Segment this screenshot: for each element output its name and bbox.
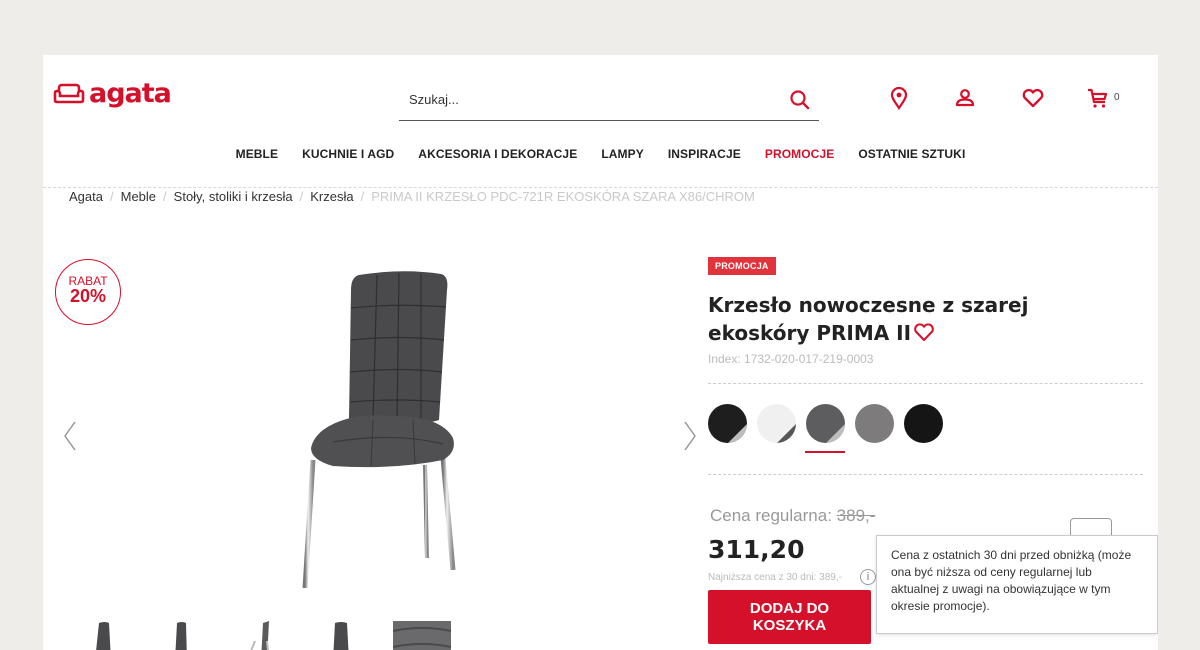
swatch-grey-fabric[interactable] [855,404,894,443]
discount-badge: RABAT 20% [55,259,121,325]
selected-swatch-indicator [805,451,845,453]
swatch-grey[interactable] [806,404,845,443]
brand-logo[interactable]: agata [53,78,172,109]
thumbnail[interactable] [153,621,211,650]
account-icon [955,89,975,107]
nav-item-promocje[interactable]: PROMOCJE [765,147,834,161]
add-to-wishlist-button[interactable] [913,321,935,349]
thumbnail[interactable] [393,621,451,650]
color-swatches [708,404,943,443]
nav-item-lampy[interactable]: LAMPY [601,147,644,161]
cart-button[interactable] [1085,85,1111,111]
search-bar [399,83,819,121]
swatch-corner [777,424,796,443]
swatch-black[interactable] [708,404,747,443]
store-locator-button[interactable] [886,85,912,111]
product-title-text: Krzesło nowoczesne z szarej ekoskóry PRI… [708,293,1029,345]
thumbnail[interactable] [233,621,291,650]
breadcrumb-current: PRIMA II KRZESŁO PDC-721R EKOSKÓRA SZARA… [371,189,755,204]
chair-thumbnail-image [333,622,349,650]
swatch-black-fabric[interactable] [904,404,943,443]
header-divider [43,187,1158,188]
cart-icon [1088,88,1108,108]
thumbnail[interactable] [73,621,131,650]
breadcrumb-item-agata[interactable]: Agata [69,189,103,204]
regular-price-label: Cena regularna: [710,506,832,525]
gallery-prev-button[interactable] [61,419,79,458]
regular-price: Cena regularna: 389,- [710,506,875,526]
lowest-price-30-days: Najniższa cena z 30 dni: 389,- [708,572,842,583]
breadcrumb: Agata / Meble / Stoły, stoliki i krzesła / Krz… [69,189,755,204]
add-to-cart-button[interactable]: DODAJ DO KOSZYKA [708,590,871,644]
nav-item-kuchnie-i-agd[interactable]: KUCHNIE I AGD [302,147,394,161]
regular-price-value: 389,- [836,506,876,525]
cart-count: 0 [1114,92,1120,103]
breadcrumb-separator: / [360,189,365,204]
divider [708,474,1143,475]
product-main-image[interactable] [293,270,473,605]
discount-value: 20% [69,286,107,306]
divider [708,383,1143,384]
chair-image [302,271,456,589]
product-title: Krzesło nowoczesne z szarej ekoskóry PRI… [708,291,1128,349]
page: agata 0 [43,55,1158,650]
breadcrumb-item-meble[interactable]: Meble [121,189,156,204]
nav-item-ostatnie-sztuki[interactable]: OSTATNIE SZTUKI [858,147,965,161]
chevron-right-icon [684,421,696,451]
heart-icon [914,323,934,341]
breadcrumb-separator: / [299,189,304,204]
current-price: 311,20 [708,535,805,564]
nav-item-meble[interactable]: MEBLE [236,147,279,161]
nav-item-inspiracje[interactable]: INSPIRACJE [668,147,741,161]
main-nav: MEBLE KUCHNIE I AGD AKCESORIA I DEKORACJ… [43,147,1158,161]
gallery-next-button[interactable] [681,419,699,458]
breadcrumb-separator: / [109,189,114,204]
wishlist-button[interactable] [1020,85,1046,111]
product-index: Index: 1732-020-017-219-0003 [708,352,874,366]
promotion-tag: PROMOCJA [708,257,776,275]
upholstery-detail-image [393,621,451,650]
breadcrumb-item-krzesla[interactable]: Krzesła [310,189,353,204]
price-info-tooltip: Cena z ostatnich 30 dni przed obniżką (m… [876,535,1158,634]
swatch-corner [728,424,747,443]
breadcrumb-item-stoly[interactable]: Stoły, stoliki i krzesła [174,189,293,204]
chevron-left-icon [64,421,76,451]
search-icon [790,90,810,110]
info-icon[interactable]: i [860,569,876,585]
chair-thumbnail-image [175,622,187,650]
search-input[interactable] [407,91,771,108]
swatch-corner [826,424,845,443]
sofa-logo-icon [53,83,85,103]
thumbnail[interactable] [313,621,371,650]
gallery-thumbnails [73,621,451,650]
swatch-white[interactable] [757,404,796,443]
nav-item-akcesoria-i-dekoracje[interactable]: AKCESORIA I DEKORACJE [418,147,577,161]
account-button[interactable] [952,85,978,111]
chair-thumbnail-image [250,621,269,650]
brand-name: agata [89,78,172,109]
heart-icon [1022,88,1044,108]
search-button[interactable] [789,89,811,111]
location-pin-icon [890,86,908,110]
breadcrumb-separator: / [163,189,167,204]
chair-thumbnail-image [96,622,111,650]
